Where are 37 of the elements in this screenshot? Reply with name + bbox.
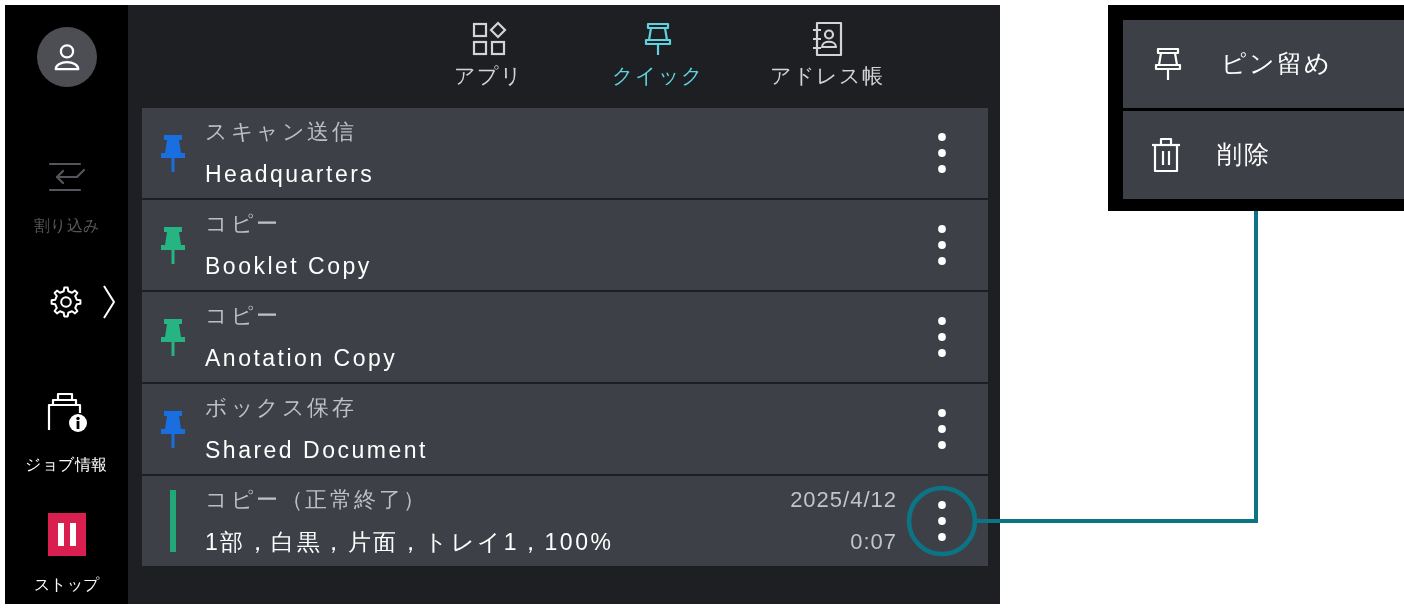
quick-item[interactable]: コピー Anotation Copy xyxy=(142,292,988,382)
job-type-label: コピー（正常終了） xyxy=(205,486,428,514)
quick-item[interactable]: ボックス保存 Shared Document xyxy=(142,384,988,474)
interrupt-icon xyxy=(46,161,87,193)
job-title-label: Anotation Copy xyxy=(205,344,398,373)
tab[interactable]: クイック xyxy=(573,5,742,95)
settings-icon xyxy=(50,286,82,318)
job-title-label: Shared Document xyxy=(205,436,428,465)
job-type-label: コピー xyxy=(205,210,281,238)
trash-icon xyxy=(1150,137,1182,173)
job-title-label: Headquarters xyxy=(205,160,375,189)
quick-item[interactable]: コピー Booklet Copy xyxy=(142,200,988,290)
pause-icon xyxy=(47,513,86,556)
document-info-icon xyxy=(46,392,87,432)
more-icon xyxy=(938,317,946,357)
time-label: 0:07 xyxy=(850,528,897,556)
apps-icon xyxy=(470,21,507,57)
more-icon xyxy=(938,501,946,541)
tab[interactable]: アドレス帳 xyxy=(742,5,911,95)
job-title-label: 1部，白黒，片面，トレイ1，100% xyxy=(205,528,614,557)
more-icon xyxy=(938,133,946,173)
menu-item[interactable]: 削除 xyxy=(1123,111,1404,199)
menu-item[interactable]: ピン留め xyxy=(1123,20,1404,108)
job-info-button[interactable]: ジョブ情報 xyxy=(25,392,108,474)
tab[interactable]: アプリ xyxy=(404,5,573,95)
settings-button[interactable] xyxy=(50,284,116,320)
date-label: 2025/4/12 xyxy=(790,486,897,514)
more-icon xyxy=(938,225,946,265)
job-type-label: ボックス保存 xyxy=(205,394,356,422)
job-title-label: Booklet Copy xyxy=(205,252,372,281)
job-type-label: スキャン送信 xyxy=(205,118,356,146)
quick-item[interactable]: コピー（正常終了） 1部，白黒，片面，トレイ1，100% 2025/4/12 0:07 xyxy=(142,476,988,566)
quick-item[interactable]: スキャン送信 Headquarters xyxy=(142,108,988,198)
chevron-icon xyxy=(102,284,116,320)
stop-button[interactable]: ストップ xyxy=(33,513,100,594)
more-icon xyxy=(938,409,946,449)
job-type-label: コピー xyxy=(205,302,281,330)
